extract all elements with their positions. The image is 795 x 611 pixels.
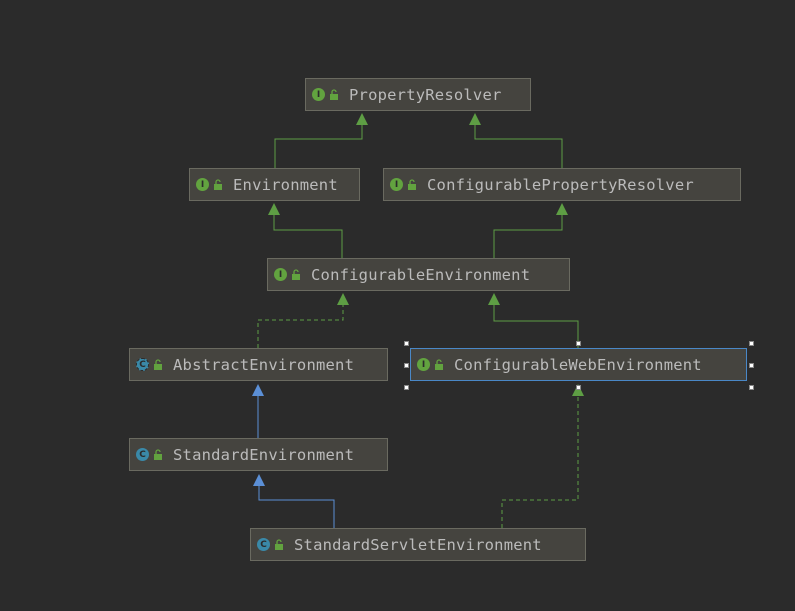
arrowhead bbox=[488, 293, 500, 305]
resize-handle[interactable] bbox=[749, 385, 754, 390]
arrowhead bbox=[556, 203, 568, 215]
node-label: StandardServletEnvironment bbox=[294, 535, 542, 554]
arrowhead bbox=[268, 203, 280, 215]
resize-handle[interactable] bbox=[576, 341, 581, 346]
node-configurable-web-environment[interactable]: I ConfigurableWebEnvironment bbox=[410, 348, 747, 381]
arrowhead bbox=[337, 293, 349, 305]
node-abstract-environment[interactable]: C AbstractEnvironment bbox=[129, 348, 388, 381]
arrowhead bbox=[252, 384, 264, 396]
class-icon: C bbox=[257, 538, 270, 551]
arrowhead bbox=[469, 113, 481, 125]
class-icon: C bbox=[136, 448, 149, 461]
interface-icon: I bbox=[390, 178, 403, 191]
resize-handle[interactable] bbox=[404, 341, 409, 346]
edge-configurable-web-environment-configurable-environment bbox=[493, 305, 579, 348]
edge-abstract-environment-configurable-environment bbox=[257, 305, 344, 348]
interface-icon: I bbox=[196, 178, 209, 191]
edge-configurable-property-resolver-property-resolver bbox=[474, 125, 563, 168]
node-label: AbstractEnvironment bbox=[173, 355, 355, 374]
unlock-icon bbox=[154, 358, 162, 370]
resize-handle[interactable] bbox=[749, 363, 754, 368]
node-configurable-property-resolver[interactable]: I ConfigurablePropertyResolver bbox=[383, 168, 741, 201]
unlock-icon bbox=[292, 268, 300, 280]
node-label: StandardEnvironment bbox=[173, 445, 355, 464]
arrowhead bbox=[356, 113, 368, 125]
interface-icon: I bbox=[312, 88, 325, 101]
node-label: Environment bbox=[233, 175, 338, 194]
node-standard-environment[interactable]: C StandardEnvironment bbox=[129, 438, 388, 471]
node-property-resolver[interactable]: I PropertyResolver bbox=[305, 78, 531, 111]
node-configurable-environment[interactable]: I ConfigurableEnvironment bbox=[267, 258, 570, 291]
edge-environment-property-resolver bbox=[274, 125, 363, 168]
unlock-icon bbox=[330, 88, 338, 100]
edge-configurable-environment-environment bbox=[273, 215, 343, 258]
resize-handle[interactable] bbox=[404, 385, 409, 390]
node-environment[interactable]: I Environment bbox=[189, 168, 360, 201]
resize-handle[interactable] bbox=[404, 363, 409, 368]
node-label: ConfigurablePropertyResolver bbox=[427, 175, 694, 194]
node-standard-servlet-environment[interactable]: C StandardServletEnvironment bbox=[250, 528, 586, 561]
resize-handle[interactable] bbox=[749, 341, 754, 346]
unlock-icon bbox=[435, 358, 443, 370]
edge-standard-servlet-environment-configurable-web-environment bbox=[501, 396, 579, 528]
unlock-icon bbox=[275, 538, 283, 550]
node-label: PropertyResolver bbox=[349, 85, 502, 104]
unlock-icon bbox=[214, 178, 222, 190]
edge-configurable-environment-configurable-property-resolver bbox=[493, 215, 563, 258]
edge-standard-servlet-environment-standard-environment bbox=[258, 486, 335, 528]
interface-icon: I bbox=[274, 268, 287, 281]
unlock-icon bbox=[408, 178, 416, 190]
resize-handle[interactable] bbox=[576, 385, 581, 390]
abstract-class-icon: C bbox=[136, 358, 149, 371]
interface-icon: I bbox=[417, 358, 430, 371]
unlock-icon bbox=[154, 448, 162, 460]
arrowhead bbox=[253, 474, 265, 486]
node-label: ConfigurableEnvironment bbox=[311, 265, 531, 284]
node-label: ConfigurableWebEnvironment bbox=[454, 355, 702, 374]
